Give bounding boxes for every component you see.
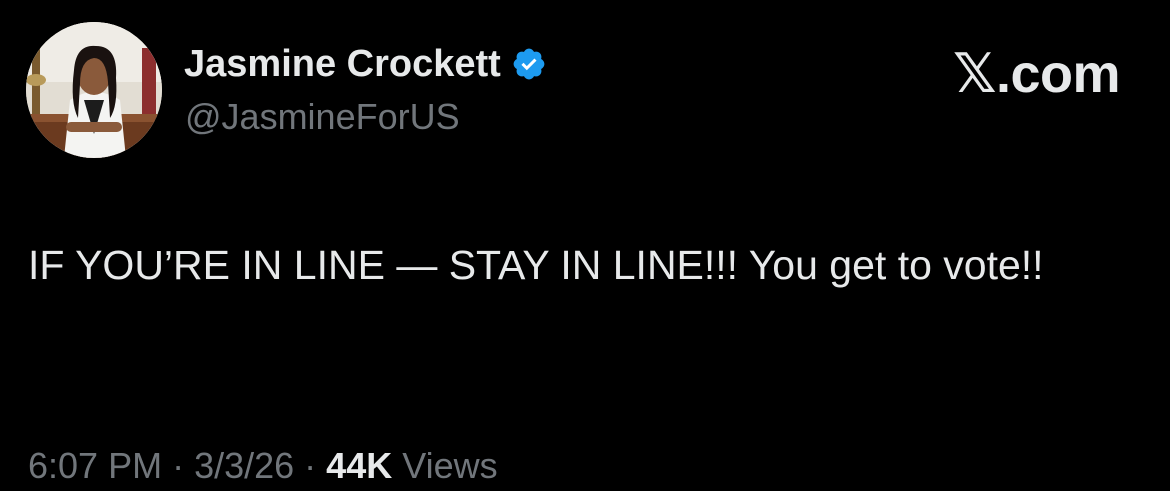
- author-name-row: Jasmine Crockett: [184, 42, 547, 86]
- author-name[interactable]: Jasmine Crockett: [184, 43, 501, 86]
- tweet-date[interactable]: 3/3/26: [194, 445, 294, 486]
- verified-badge-icon: [511, 46, 547, 82]
- avatar-image: [26, 22, 162, 158]
- meta-separator: ·: [162, 445, 195, 486]
- views-label: Views: [392, 445, 498, 486]
- tweet-time[interactable]: 6:07 PM: [28, 445, 162, 486]
- tweet-text: IF YOU’RE IN LINE — STAY IN LINE!!! You …: [28, 242, 1044, 288]
- author-handle[interactable]: @JasmineForUS: [185, 96, 460, 138]
- x-logo-brand: 𝕏.com: [952, 44, 1121, 104]
- avatar[interactable]: [26, 22, 162, 158]
- meta-separator: ·: [294, 445, 327, 486]
- views-count[interactable]: 44K: [326, 445, 392, 486]
- tweet-meta: 6:07 PM · 3/3/26 · 44K Views: [28, 445, 498, 487]
